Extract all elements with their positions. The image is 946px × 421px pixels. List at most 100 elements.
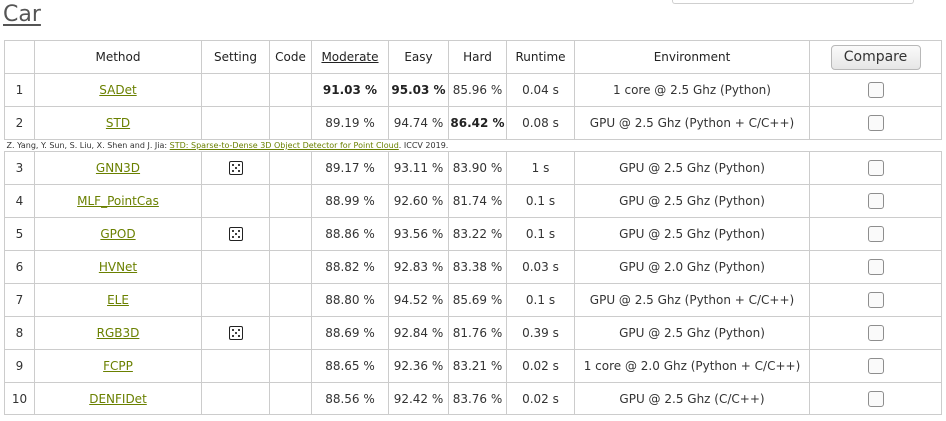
setting-cell: [201, 349, 270, 383]
method-link[interactable]: STD: [106, 116, 130, 130]
environment-cell: GPU @ 2.0 Ghz (Python): [574, 250, 810, 284]
setting-cell: [201, 283, 270, 317]
table-row: 2 STD 89.19 % 94.74 % 86.42 % 0.08 s GPU…: [4, 106, 942, 140]
easy-cell: 93.56 %: [388, 217, 449, 251]
compare-cell: [809, 283, 942, 317]
compare-cell: [809, 151, 942, 185]
method-link[interactable]: GPOD: [100, 227, 135, 241]
runtime-header[interactable]: Runtime: [506, 40, 575, 74]
easy-cell: 92.42 %: [388, 382, 449, 415]
citation-venue: . ICCV 2019.: [398, 141, 449, 150]
compare-cell: [809, 106, 942, 140]
method-link[interactable]: HVNet: [99, 260, 137, 274]
compare-checkbox[interactable]: [867, 390, 884, 407]
easy-header[interactable]: Easy: [388, 40, 449, 74]
table-row: 10 DENFIDet 88.56 % 92.42 % 83.76 % 0.02…: [4, 382, 942, 415]
citation-cell: Z. Yang, Y. Sun, S. Liu, X. Shen and J. …: [5, 140, 942, 152]
runtime-cell: 0.39 s: [506, 316, 575, 350]
moderate-header[interactable]: Moderate: [311, 40, 389, 74]
setting-cell: [201, 73, 270, 107]
easy-cell: 94.74 %: [388, 106, 449, 140]
moderate-cell: 88.65 %: [311, 349, 389, 383]
moderate-cell: 88.56 %: [311, 382, 389, 415]
hard-cell: 85.96 %: [448, 73, 507, 107]
hard-cell: 86.42 %: [448, 106, 507, 140]
moderate-cell: 88.80 %: [311, 283, 389, 317]
compare-checkbox[interactable]: [867, 292, 884, 308]
setting-cell: [201, 151, 270, 185]
rank-cell: 10: [4, 382, 35, 415]
method-link[interactable]: SADet: [99, 83, 136, 97]
setting-header[interactable]: Setting: [201, 40, 270, 74]
method-cell: FCPP: [34, 349, 202, 383]
rank-cell: 8: [4, 316, 35, 350]
compare-checkbox[interactable]: [867, 358, 884, 374]
rank-cell: 9: [4, 349, 35, 383]
easy-cell: 92.84 %: [388, 316, 449, 350]
hard-cell: 83.38 %: [448, 250, 507, 284]
hard-cell: 85.69 %: [448, 283, 507, 317]
code-cell: [269, 349, 312, 383]
easy-cell: 92.83 %: [388, 250, 449, 284]
method-link[interactable]: RGB3D: [97, 326, 140, 340]
setting-cell: [201, 316, 270, 350]
moderate-cell: 89.17 %: [311, 151, 389, 185]
moderate-cell: 88.69 %: [311, 316, 389, 350]
method-cell: ELE: [34, 283, 202, 317]
runtime-cell: 0.1 s: [506, 217, 575, 251]
setting-cell: [201, 250, 270, 284]
compare-checkbox[interactable]: [867, 160, 884, 176]
method-cell: RGB3D: [34, 316, 202, 350]
hard-cell: 81.74 %: [448, 184, 507, 218]
citation-paper-link[interactable]: STD: Sparse-to-Dense 3D Object Detector …: [170, 141, 399, 150]
rank-cell: 7: [4, 283, 35, 317]
setting-cell: [201, 217, 270, 251]
rank-cell: 3: [4, 151, 35, 185]
page-title[interactable]: Car: [3, 2, 41, 27]
method-cell: GNN3D: [34, 151, 202, 185]
table-row: 5 GPOD 88.86 % 93.56 % 83.22 % 0.1 s GPU…: [4, 217, 942, 251]
compare-checkbox[interactable]: [867, 82, 884, 98]
hard-header[interactable]: Hard: [448, 40, 507, 74]
runtime-cell: 0.03 s: [506, 250, 575, 284]
rank-cell: 5: [4, 217, 35, 251]
method-link[interactable]: ELE: [107, 293, 129, 307]
compare-checkbox[interactable]: [867, 325, 884, 341]
rank-cell: 4: [4, 184, 35, 218]
compare-checkbox[interactable]: [867, 115, 884, 131]
search-input[interactable]: [672, 0, 914, 4]
compare-checkbox[interactable]: [867, 193, 884, 209]
method-link[interactable]: MLF_PointCas: [77, 194, 159, 208]
method-header[interactable]: Method: [34, 40, 202, 74]
hard-cell: 81.76 %: [448, 316, 507, 350]
environment-cell: GPU @ 2.5 Ghz (Python): [574, 184, 810, 218]
dice-icon: [228, 161, 243, 176]
compare-button[interactable]: Compare: [830, 44, 921, 70]
method-link[interactable]: GNN3D: [96, 161, 140, 175]
compare-cell: [809, 184, 942, 218]
method-link[interactable]: FCPP: [103, 359, 133, 373]
method-cell: GPOD: [34, 217, 202, 251]
hard-cell: 83.22 %: [448, 217, 507, 251]
compare-checkbox[interactable]: [867, 259, 884, 275]
table-row: 9 FCPP 88.65 % 92.36 % 83.21 % 0.02 s 1 …: [4, 349, 942, 383]
compare-cell: [809, 382, 942, 415]
compare-checkbox[interactable]: [867, 226, 884, 242]
environment-header[interactable]: Environment: [574, 40, 810, 74]
method-cell: DENFIDet: [34, 382, 202, 415]
compare-cell: [809, 217, 942, 251]
environment-cell: 1 core @ 2.5 Ghz (Python): [574, 73, 810, 107]
table-row: 4 MLF_PointCas 88.99 % 92.60 % 81.74 % 0…: [4, 184, 942, 218]
results-table: Method Setting Code Moderate Easy Hard R…: [4, 40, 942, 415]
easy-cell: 95.03 %: [388, 73, 449, 107]
rank-cell: 6: [4, 250, 35, 284]
table-header-row: Method Setting Code Moderate Easy Hard R…: [4, 40, 942, 74]
compare-cell: [809, 349, 942, 383]
dice-icon: [228, 227, 243, 242]
code-cell: [269, 184, 312, 218]
method-cell: STD: [34, 106, 202, 140]
code-header[interactable]: Code: [269, 40, 312, 74]
method-cell: SADet: [34, 73, 202, 107]
method-link[interactable]: DENFIDet: [89, 392, 147, 406]
code-cell: [269, 73, 312, 107]
